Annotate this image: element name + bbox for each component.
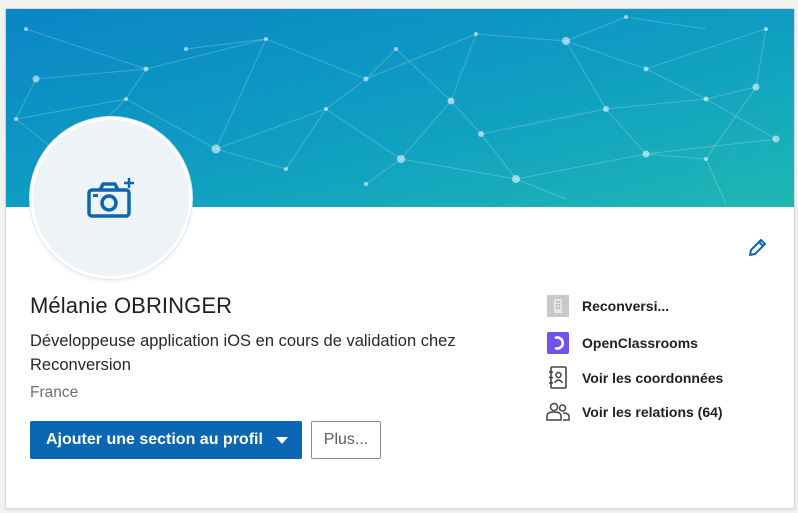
pencil-icon	[749, 239, 766, 256]
sidebar-item-school[interactable]: OpenClassrooms	[546, 331, 698, 355]
add-photo-camera-icon	[87, 178, 134, 218]
people-icon	[546, 400, 570, 424]
more-button[interactable]: Plus...	[311, 421, 381, 459]
sidebar-item-school-label: OpenClassrooms	[582, 335, 698, 351]
profile-name: Mélanie OBRINGER	[30, 293, 233, 318]
add-profile-section-label: Ajouter une section au profil	[46, 431, 263, 448]
sidebar-item-connections-label: Voir les relations (64)	[582, 404, 723, 420]
building-icon	[546, 294, 570, 318]
sidebar-item-company[interactable]: Reconversi...	[546, 294, 669, 318]
openclassrooms-logo-icon	[546, 331, 570, 355]
sidebar-item-company-label: Reconversi...	[582, 298, 670, 314]
profile-headline: Développeuse application iOS en cours de…	[30, 332, 456, 374]
address-book-icon	[546, 366, 570, 390]
profile-location: France	[30, 384, 79, 401]
sidebar-item-connections[interactable]: Voir les relations (64)	[546, 400, 723, 424]
edit-profile-button[interactable]	[742, 233, 772, 263]
profile-card: Mélanie OBRINGER Développeuse applicatio…	[5, 8, 795, 509]
caret-down-icon	[276, 437, 288, 444]
profile-photo-placeholder[interactable]	[30, 117, 192, 279]
add-profile-section-button[interactable]: Ajouter une section au profil	[30, 421, 302, 459]
sidebar-item-contact-info[interactable]: Voir les coordonnées	[546, 366, 723, 390]
sidebar-item-contact-info-label: Voir les coordonnées	[582, 370, 724, 386]
